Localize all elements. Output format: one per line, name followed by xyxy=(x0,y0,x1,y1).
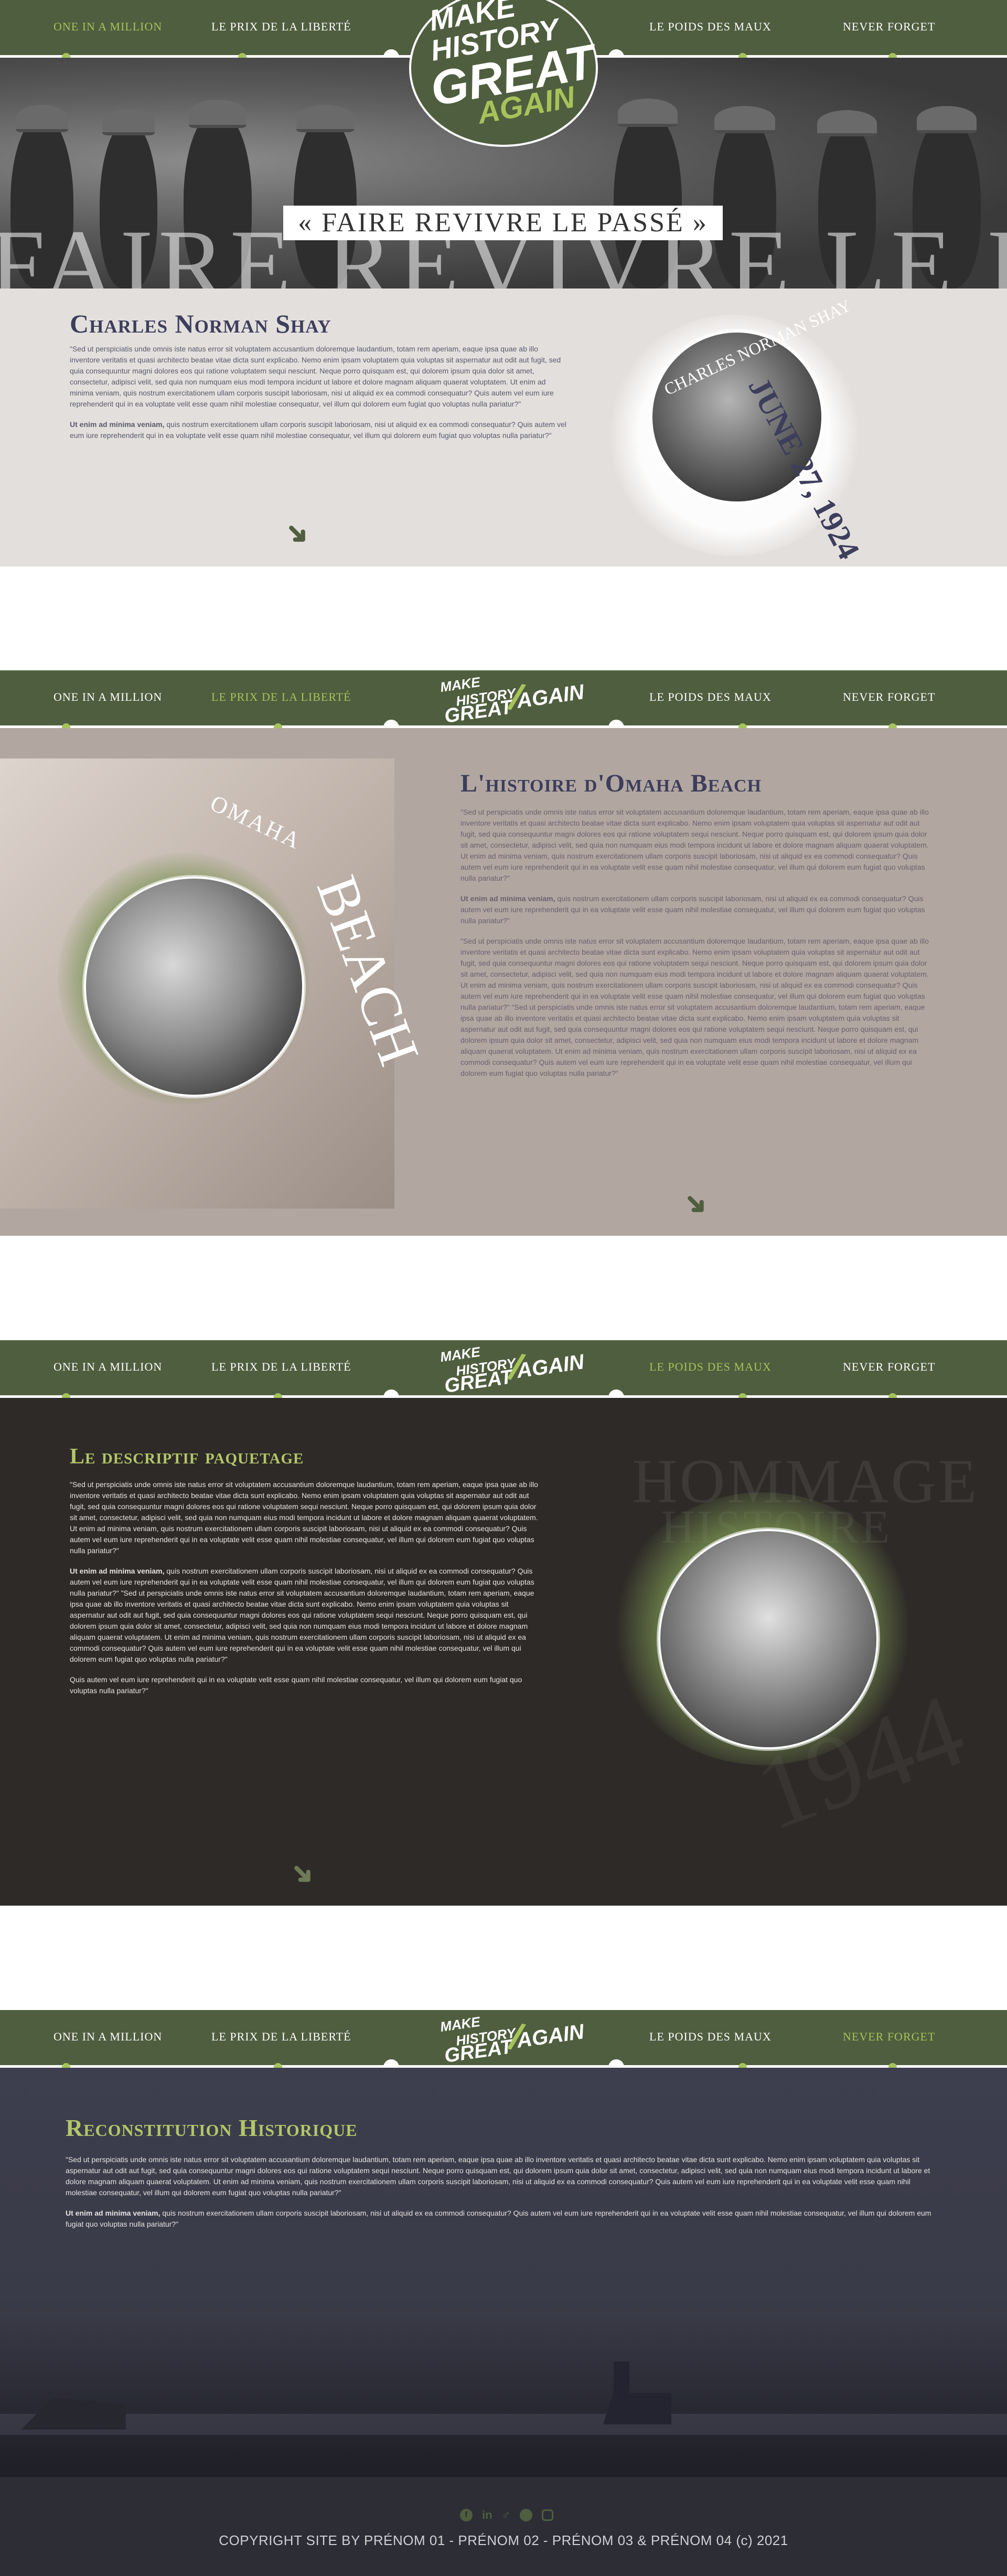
logo-text: GREAT xyxy=(443,2036,514,2067)
section-title: Le descriptif paquetage xyxy=(70,1445,304,1469)
portrait-figure: CHARLES NORMAN SHAY JUNE 27, 1924 xyxy=(598,294,913,565)
nav-item-le-poids-des-maux[interactable]: LE POIDS DES MAUX xyxy=(649,1360,772,1374)
section-descriptif-paquetage: HOMMAGE HISTOIRE 1944 Le descriptif paqu… xyxy=(0,1398,1007,1906)
nav-item-one-in-a-million[interactable]: ONE IN A MILLION xyxy=(53,2030,162,2044)
site-logo[interactable]: MAKE HISTORY GREAT AGAIN xyxy=(409,0,599,147)
paragraph: Ut enim ad minima veniam, quis nostrum e… xyxy=(70,419,568,441)
paragraph-lead: Ut enim ad minima veniam, xyxy=(70,1567,165,1575)
paragraph: "Sed ut perspiciatis unde omnis iste nat… xyxy=(70,345,561,408)
scroll-down-arrow-icon[interactable]: ➜ xyxy=(278,514,317,553)
nav-item-le-prix-de-la-liberte[interactable]: LE PRIX DE LA LIBERTÉ xyxy=(211,2030,351,2044)
nav-item-le-poids-des-maux[interactable]: LE POIDS DES MAUX xyxy=(649,2030,772,2044)
paragraph-text: quis nostrum exercitationem ullam corpor… xyxy=(66,2209,931,2228)
nav-item-never-forget[interactable]: NEVER FORGET xyxy=(843,2030,935,2044)
paragraph: "Sed ut perspiciatis unde omnis iste nat… xyxy=(66,2155,930,2197)
section-title: Charles Norman Shay xyxy=(70,309,331,338)
nav-item-le-prix-de-la-liberte[interactable]: LE PRIX DE LA LIBERTÉ xyxy=(211,20,351,34)
beach-landscape xyxy=(0,2320,1007,2477)
section-body: "Sed ut perspiciatis unde omnis iste nat… xyxy=(460,807,933,1079)
copyright-text: COPYRIGHT SITE BY PRÉNOM 01 - PRÉNOM 02 … xyxy=(219,2532,788,2548)
nav-item-le-prix-de-la-liberte[interactable]: LE PRIX DE LA LIBERTÉ xyxy=(211,1360,351,1374)
hero-helmet xyxy=(102,109,155,135)
paragraph: Ut enim ad minima veniam, quis nostrum e… xyxy=(70,1566,542,1665)
social-links: f in ♂ xyxy=(454,2507,559,2523)
nav-item-le-poids-des-maux[interactable]: LE POIDS DES MAUX xyxy=(649,20,772,34)
hero-helmet xyxy=(618,99,678,127)
paragraph: "Sed ut perspiciatis unde omnis iste nat… xyxy=(460,937,929,1077)
horizon-line xyxy=(0,2414,1007,2435)
section-charles-norman-shay: Charles Norman Shay "Sed ut perspiciatis… xyxy=(0,288,1007,566)
scroll-down-arrow-icon[interactable]: ➜ xyxy=(677,1184,715,1223)
hero-helmet xyxy=(714,106,775,133)
hero-helmet xyxy=(817,110,877,136)
landing-craft-silhouette xyxy=(603,2393,671,2424)
paragraph: Quis autem vel eum iure reprehenderit qu… xyxy=(70,1675,522,1695)
site-logo[interactable]: MAKE HISTORY GREAT / AGAIN xyxy=(438,674,585,728)
circle-label-omaha: OMAHA xyxy=(206,789,306,855)
section-reconstitution-historique: Reconstitution Historique "Sed ut perspi… xyxy=(0,2068,1007,2477)
paragraph: Ut enim ad minima veniam, quis nostrum e… xyxy=(66,2208,941,2230)
section-body: "Sed ut perspiciatis unde omnis iste nat… xyxy=(70,1479,542,1696)
section-title: Reconstitution Historique xyxy=(66,2114,358,2141)
section-title: L'histoire d'Omaha Beach xyxy=(460,769,762,797)
nav-bar-4: ONE IN A MILLION LE PRIX DE LA LIBERTÉ L… xyxy=(0,2010,1007,2075)
nav-item-le-prix-de-la-liberte[interactable]: LE PRIX DE LA LIBERTÉ xyxy=(211,690,351,704)
logo-text: AGAIN xyxy=(515,1350,586,1383)
nav-item-never-forget[interactable]: NEVER FORGET xyxy=(843,690,935,704)
paratrooper-image xyxy=(657,1527,880,1751)
hero-helmet xyxy=(16,105,68,132)
nav-item-one-in-a-million[interactable]: ONE IN A MILLION xyxy=(53,690,162,704)
facebook-icon[interactable]: f xyxy=(459,2509,473,2521)
footer: f in ♂ COPYRIGHT SITE BY PRÉNOM 01 - PRÉ… xyxy=(0,2477,1007,2576)
omaha-beach-image xyxy=(82,875,306,1098)
hero-banner: « FAIRE REVIVRE LE PASSÉ » xyxy=(283,206,723,240)
link-icon[interactable]: ♂ xyxy=(502,2508,511,2522)
paragraph-lead: Ut enim ad minima veniam, xyxy=(460,894,555,903)
circle-label-beach: BEACH xyxy=(304,867,432,1074)
photo-panel: OMAHA BEACH xyxy=(0,758,432,1209)
section-body: "Sed ut perspiciatis unde omnis iste nat… xyxy=(66,2154,941,2230)
nav-item-never-forget[interactable]: NEVER FORGET xyxy=(843,20,935,34)
scroll-down-arrow-icon[interactable]: ➜ xyxy=(283,1854,322,1893)
instagram-icon[interactable] xyxy=(542,2509,554,2521)
hero-helmet xyxy=(917,106,977,133)
paragraph: "Sed ut perspiciatis unde omnis iste nat… xyxy=(70,1480,538,1555)
paragraph-lead: Ut enim ad minima veniam, xyxy=(70,420,165,429)
paragraph-lead: Ut enim ad minima veniam, xyxy=(66,2209,160,2217)
paragraph-text: quis nostrum exercitationem ullam corpor… xyxy=(70,1567,534,1663)
nav-bar-2: ONE IN A MILLION LE PRIX DE LA LIBERTÉ L… xyxy=(0,670,1007,735)
paragraph: "Sed ut perspiciatis unde omnis iste nat… xyxy=(460,808,929,882)
nav-bar-3: ONE IN A MILLION LE PRIX DE LA LIBERTÉ L… xyxy=(0,1340,1007,1405)
logo-text: AGAIN xyxy=(515,2020,586,2053)
nav-item-one-in-a-million[interactable]: ONE IN A MILLION xyxy=(53,1360,162,1374)
logo-text: AGAIN xyxy=(515,680,586,713)
logo-text: GREAT xyxy=(443,1366,514,1397)
nav-item-never-forget[interactable]: NEVER FORGET xyxy=(843,1360,935,1374)
dot-icon[interactable] xyxy=(520,2509,533,2521)
paragraph: Ut enim ad minima veniam, quis nostrum e… xyxy=(460,893,933,926)
site-logo[interactable]: MAKE HISTORY GREAT / AGAIN xyxy=(438,2014,585,2067)
logo-text: GREAT xyxy=(443,696,514,728)
linkedin-icon[interactable]: in xyxy=(482,2508,492,2522)
nav-item-one-in-a-million[interactable]: ONE IN A MILLION xyxy=(53,20,162,34)
hero-helmet xyxy=(296,105,354,132)
section-body: "Sed ut perspiciatis unde omnis iste nat… xyxy=(70,344,568,441)
site-logo[interactable]: MAKE HISTORY GREAT / AGAIN xyxy=(438,1344,585,1397)
section-omaha-beach: OMAHA BEACH L'histoire d'Omaha Beach "Se… xyxy=(0,728,1007,1236)
nav-item-le-poids-des-maux[interactable]: LE POIDS DES MAUX xyxy=(649,690,772,704)
hero-helmet xyxy=(189,100,247,128)
